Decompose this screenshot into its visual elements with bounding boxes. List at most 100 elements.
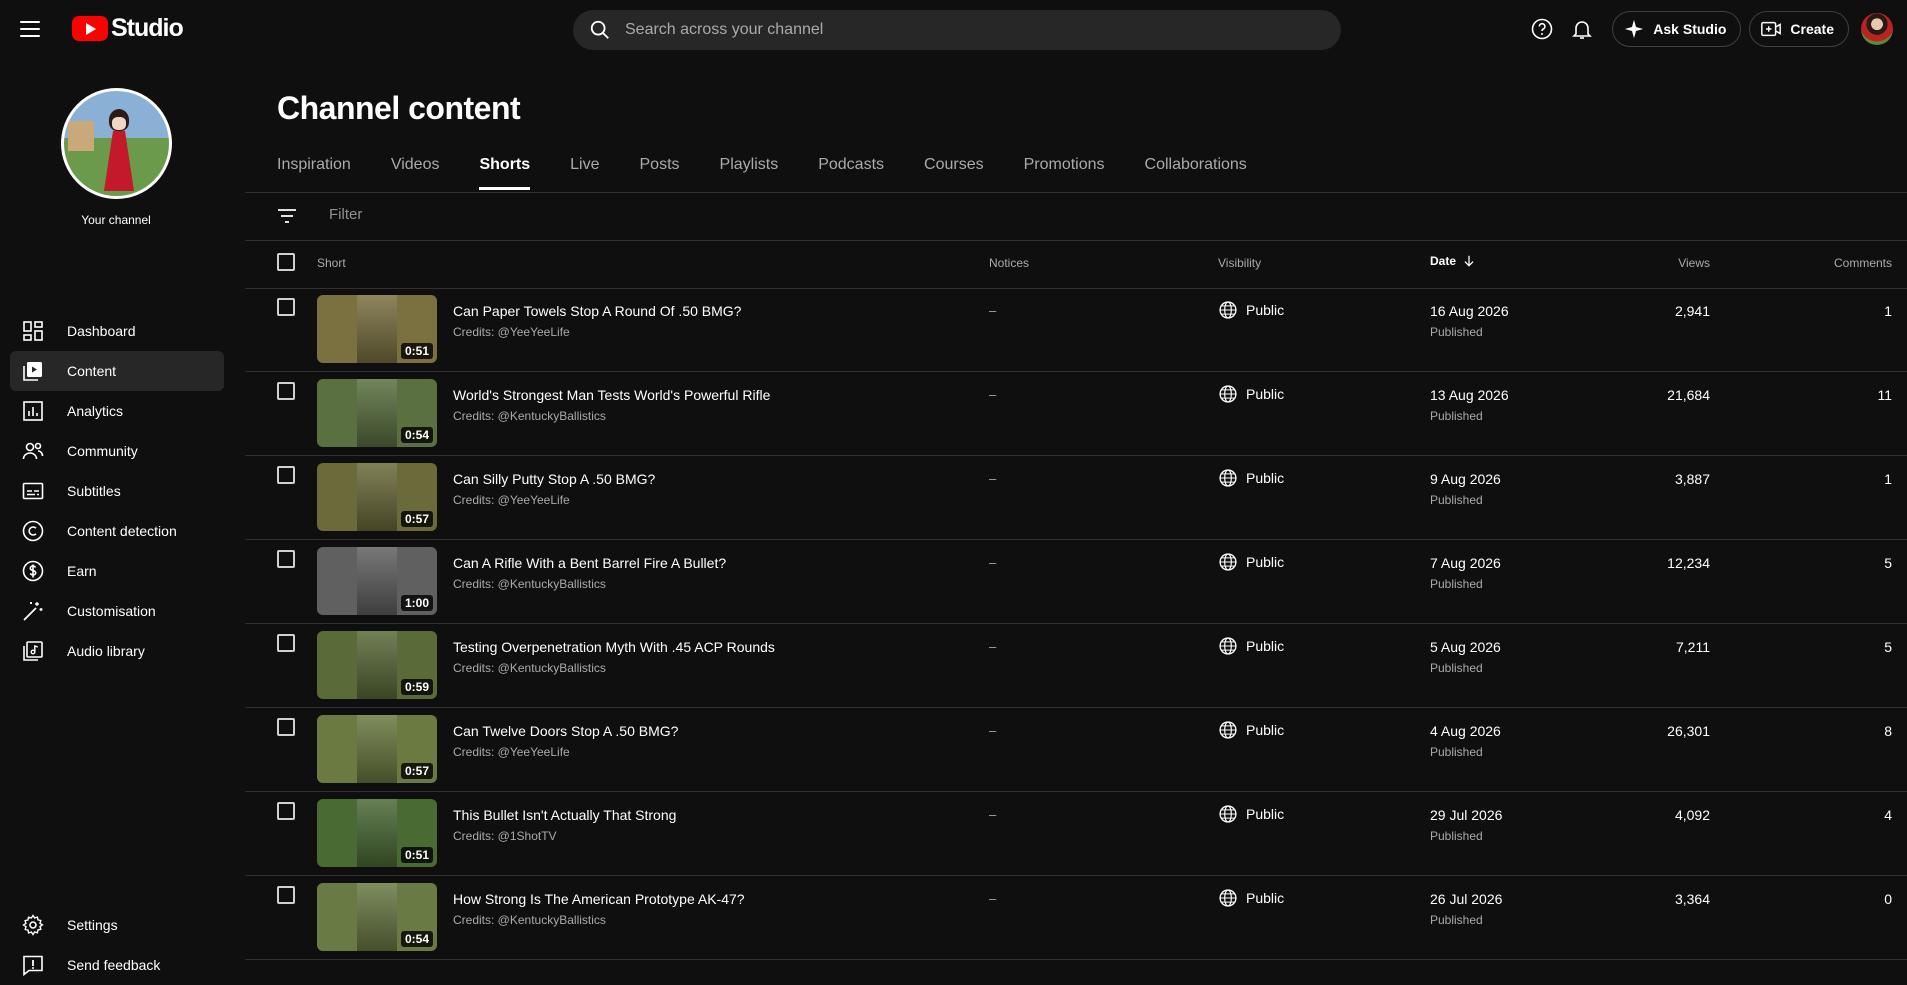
thumbnail-frame — [357, 463, 397, 531]
row-checkbox[interactable] — [277, 466, 295, 484]
video-thumbnail[interactable]: 0:51 — [317, 799, 437, 867]
thumbnail-frame — [357, 799, 397, 867]
filter-input[interactable] — [329, 206, 729, 223]
sidebar-item-audio-library[interactable]: Audio library — [10, 631, 224, 671]
tab-collaborations[interactable]: Collaborations — [1145, 156, 1247, 190]
publish-status: Published — [1430, 409, 1483, 423]
video-thumbnail[interactable]: 0:57 — [317, 463, 437, 531]
sidebar-item-dashboard[interactable]: Dashboard — [10, 311, 224, 351]
comments-count: 1 — [1884, 303, 1892, 319]
filter-icon[interactable] — [275, 204, 299, 228]
tab-videos[interactable]: Videos — [391, 156, 440, 190]
video-thumbnail[interactable]: 0:54 — [317, 379, 437, 447]
video-title[interactable]: Can Twelve Doors Stop A .50 BMG? — [453, 723, 678, 739]
column-header-date-sort[interactable]: Date — [1430, 254, 1476, 268]
comments-count: 8 — [1884, 723, 1892, 739]
video-title[interactable]: Testing Overpenetration Myth With .45 AC… — [453, 639, 775, 655]
community-icon — [22, 442, 44, 460]
video-thumbnail[interactable]: 0:57 — [317, 715, 437, 783]
row-checkbox[interactable] — [277, 382, 295, 400]
video-thumbnail[interactable]: 0:51 — [317, 295, 437, 363]
visibility-dropdown[interactable]: Public — [1218, 384, 1284, 404]
sidebar-item-subtitles[interactable]: Subtitles — [10, 471, 224, 511]
table-row: 0:51 Can Paper Towels Stop A Round Of .5… — [245, 288, 1907, 372]
row-checkbox[interactable] — [277, 886, 295, 904]
hamburger-menu-icon[interactable] — [18, 17, 42, 41]
studio-logo[interactable]: Studio — [72, 14, 184, 43]
column-header-notices: Notices — [989, 256, 1030, 270]
tab-playlists[interactable]: Playlists — [720, 156, 779, 190]
tab-shorts[interactable]: Shorts — [479, 156, 530, 190]
visibility-dropdown[interactable]: Public — [1218, 804, 1284, 824]
row-checkbox[interactable] — [277, 802, 295, 820]
video-credits: Credits: @KentuckyBallistics — [453, 577, 606, 591]
row-checkbox[interactable] — [277, 298, 295, 316]
sidebar-item-label: Earn — [67, 563, 97, 579]
video-title[interactable]: World's Strongest Man Tests World's Powe… — [453, 387, 770, 403]
globe-icon — [1219, 637, 1237, 655]
sidebar-item-content[interactable]: Content — [10, 351, 224, 391]
visibility-value: Public — [1246, 554, 1285, 570]
video-credits: Credits: @YeeYeeLife — [453, 325, 570, 339]
publish-date: 13 Aug 2026 — [1430, 387, 1509, 403]
your-channel-label[interactable]: Your channel — [0, 213, 232, 227]
create-button[interactable]: Create — [1749, 11, 1849, 47]
visibility-dropdown[interactable]: Public — [1218, 888, 1284, 908]
sidebar-item-settings[interactable]: Settings — [10, 905, 224, 945]
publish-status: Published — [1430, 745, 1483, 759]
publish-status: Published — [1430, 913, 1483, 927]
video-title[interactable]: Can A Rifle With a Bent Barrel Fire A Bu… — [453, 555, 726, 571]
visibility-dropdown[interactable]: Public — [1218, 636, 1284, 656]
tab-posts[interactable]: Posts — [640, 156, 680, 190]
globe-icon — [1219, 805, 1237, 823]
row-checkbox[interactable] — [277, 550, 295, 568]
sidebar-item-customisation[interactable]: Customisation — [10, 591, 224, 631]
publish-status: Published — [1430, 493, 1483, 507]
comments-count: 0 — [1884, 891, 1892, 907]
video-thumbnail[interactable]: 0:54 — [317, 883, 437, 951]
search-bar[interactable] — [573, 10, 1341, 50]
row-checkbox[interactable] — [277, 634, 295, 652]
video-title[interactable]: This Bullet Isn't Actually That Strong — [453, 807, 676, 823]
video-title[interactable]: How Strong Is The American Prototype AK-… — [453, 891, 745, 907]
sidebar-item-earn[interactable]: Earn — [10, 551, 224, 591]
visibility-dropdown[interactable]: Public — [1218, 468, 1284, 488]
video-title[interactable]: Can Paper Towels Stop A Round Of .50 BMG… — [453, 303, 741, 319]
column-header-visibility: Visibility — [1218, 256, 1262, 270]
video-title[interactable]: Can Silly Putty Stop A .50 BMG? — [453, 471, 655, 487]
tab-courses[interactable]: Courses — [924, 156, 984, 190]
select-all-checkbox[interactable] — [277, 253, 295, 271]
notifications-bell-icon[interactable] — [1562, 9, 1602, 49]
channel-avatar[interactable] — [61, 88, 172, 199]
tab-promotions[interactable]: Promotions — [1024, 156, 1105, 190]
sidebar-item-content-detection[interactable]: Content detection — [10, 511, 224, 551]
tab-inspiration[interactable]: Inspiration — [277, 156, 351, 190]
tab-podcasts[interactable]: Podcasts — [818, 156, 884, 190]
video-duration: 0:51 — [400, 847, 433, 863]
sidebar-item-community[interactable]: Community — [10, 431, 224, 471]
search-input[interactable] — [625, 21, 1305, 39]
globe-icon — [1219, 469, 1237, 487]
globe-icon — [1219, 385, 1237, 403]
help-icon[interactable] — [1522, 9, 1562, 49]
visibility-dropdown[interactable]: Public — [1218, 552, 1284, 572]
sidebar-item-analytics[interactable]: Analytics — [10, 391, 224, 431]
sidebar-item-label: Dashboard — [67, 323, 136, 339]
tab-live[interactable]: Live — [570, 156, 599, 190]
row-checkbox[interactable] — [277, 718, 295, 736]
account-avatar[interactable] — [1861, 13, 1893, 45]
video-duration: 0:54 — [400, 427, 433, 443]
visibility-dropdown[interactable]: Public — [1218, 300, 1284, 320]
visibility-dropdown[interactable]: Public — [1218, 720, 1284, 740]
video-thumbnail[interactable]: 0:59 — [317, 631, 437, 699]
views-count: 2,941 — [1674, 303, 1710, 319]
youtube-play-icon — [72, 16, 108, 41]
thumbnail-frame — [357, 379, 397, 447]
sidebar-item-label: Customisation — [67, 603, 156, 619]
video-thumbnail[interactable]: 1:00 — [317, 547, 437, 615]
sidebar-bottom-nav: Settings Send feedback — [10, 905, 224, 985]
sidebar-item-send-feedback[interactable]: Send feedback — [10, 945, 224, 985]
column-header-date: Date — [1430, 254, 1457, 268]
ask-studio-button[interactable]: Ask Studio — [1612, 11, 1742, 47]
views-count: 3,887 — [1674, 471, 1710, 487]
